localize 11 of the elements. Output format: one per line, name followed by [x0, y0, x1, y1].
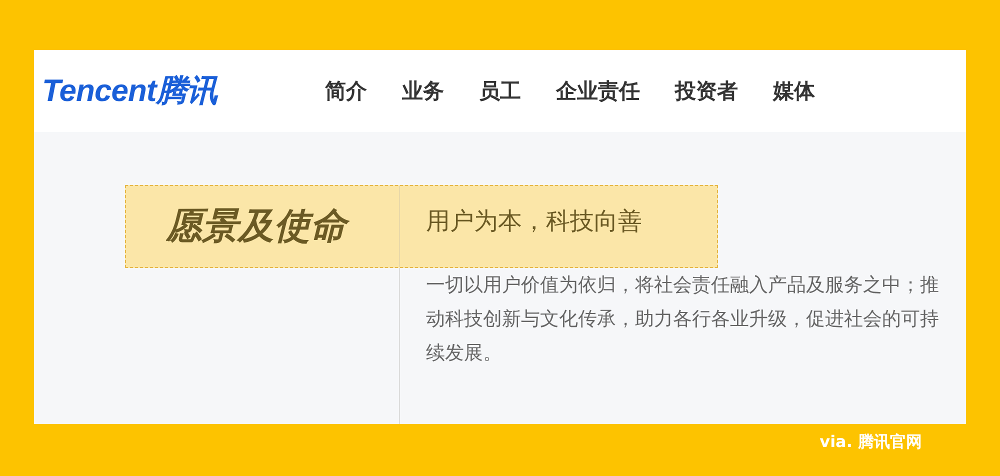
nav-link[interactable]: 投资者	[675, 77, 738, 105]
nav-link[interactable]: 员工	[479, 77, 522, 105]
section-title: 愿景及使命	[126, 186, 400, 267]
source-caption: via. 腾讯官网	[820, 432, 922, 453]
nav-link[interactable]: 媒体	[773, 77, 816, 105]
logo[interactable]: Tencent腾讯	[42, 70, 218, 112]
nav-link[interactable]: 企业责任	[556, 77, 640, 105]
section-subtitle: 用户为本，科技向善	[425, 206, 642, 237]
nav-link[interactable]: 业务	[402, 77, 444, 105]
nav-link[interactable]: 简介	[325, 77, 368, 105]
description-text: 一切以用户价值为依归，将社会责任融入产品及服务之中；推动科技创新与文化传承，助力各行各业升级，促进社会的可持续发展。	[425, 273, 940, 366]
